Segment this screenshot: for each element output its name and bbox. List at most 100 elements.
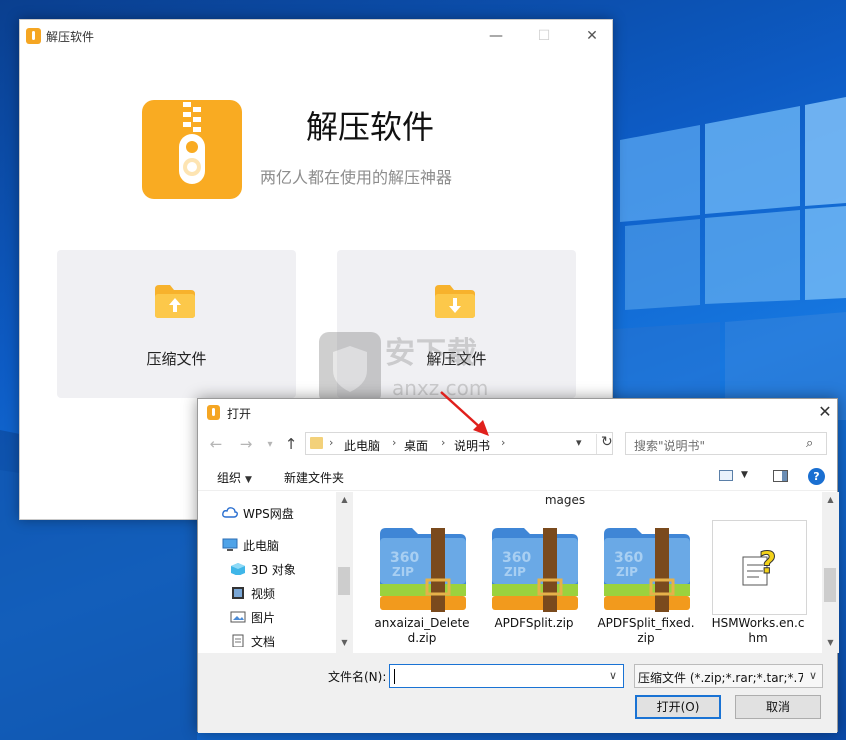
recent-locations-dropdown[interactable]: ▾ bbox=[262, 439, 278, 450]
app-window-title: 解压软件 bbox=[46, 30, 95, 44]
scroll-up-icon[interactable]: ▲ bbox=[822, 495, 839, 504]
file-name-line: APDFSplit.zip bbox=[494, 616, 574, 630]
back-button[interactable]: ← bbox=[208, 435, 224, 453]
folder-icon bbox=[310, 437, 323, 449]
close-button[interactable]: ✕ bbox=[578, 24, 606, 48]
navigation-pane: WPS网盘 此电脑 3D 对象 视频 图片 文档 ▲ ▼ bbox=[198, 492, 354, 653]
file-name-line: zip bbox=[637, 631, 655, 645]
nav-item-label: 图片 bbox=[251, 611, 276, 625]
new-folder-button[interactable]: 新建文件夹 bbox=[284, 469, 344, 486]
address-bar[interactable]: › 此电脑 › 桌面 › 说明书 › ▾ ↻ bbox=[305, 432, 613, 455]
up-button[interactable]: ↑ bbox=[283, 435, 299, 453]
dialog-toolbar: 组织 ▼ 新建文件夹 ▼ ? bbox=[198, 463, 837, 491]
file-pane-scrollbar[interactable]: ▲ ▼ bbox=[822, 492, 839, 653]
zip-brand-text: 360 bbox=[502, 550, 531, 566]
dialog-titlebar[interactable]: 打开 ✕ bbox=[198, 399, 837, 427]
computer-icon bbox=[222, 538, 238, 551]
cube-icon bbox=[231, 563, 245, 575]
zip-sub-text: ZIP bbox=[504, 565, 526, 579]
file-item[interactable]: 360 ZIP APDFSplit_fixed. zip bbox=[596, 520, 696, 652]
help-icon[interactable]: ? bbox=[808, 468, 825, 485]
brand-subtitle: 两亿人都在使用的解压神器 bbox=[260, 168, 453, 187]
zip-archive-icon: 360 ZIP bbox=[380, 528, 466, 612]
filename-input[interactable]: ∨ bbox=[389, 664, 624, 688]
zipper-icon bbox=[179, 102, 205, 184]
refresh-icon[interactable]: ↻ bbox=[596, 434, 613, 454]
nav-item-label: 3D 对象 bbox=[251, 563, 296, 577]
breadcrumb-desktop[interactable]: 桌面 bbox=[404, 437, 428, 454]
file-type-select[interactable]: 压缩文件 (*.zip;*.rar;*.tar;*.7z; ∨ bbox=[634, 664, 823, 688]
watermark-text: 安下载 bbox=[385, 336, 478, 371]
brand-title: 解压软件 bbox=[306, 108, 435, 146]
video-icon bbox=[232, 587, 244, 599]
watermark-domain: anxz.com bbox=[392, 376, 489, 400]
organize-label: 组织 bbox=[217, 471, 242, 485]
zip-app-icon bbox=[207, 405, 220, 420]
picture-icon bbox=[230, 611, 246, 623]
address-dropdown-icon[interactable]: ▾ bbox=[576, 436, 582, 449]
nav-item-label: 视频 bbox=[251, 587, 276, 601]
forward-button[interactable]: → bbox=[238, 435, 254, 453]
zip-archive-icon: 360 ZIP bbox=[492, 528, 578, 612]
scroll-up-icon[interactable]: ▲ bbox=[336, 495, 353, 504]
organize-menu[interactable]: 组织 ▼ bbox=[217, 469, 252, 486]
search-input[interactable]: 搜索"说明书" ⌕ bbox=[625, 432, 827, 455]
file-item[interactable]: 360 ZIP APDFSplit.zip bbox=[484, 520, 584, 652]
file-name-line: anxaizai_Delete bbox=[374, 616, 470, 630]
file-name-line: hm bbox=[748, 631, 768, 645]
minimize-button[interactable]: — bbox=[482, 24, 510, 48]
help-file-icon: ? bbox=[742, 546, 777, 586]
breadcrumb-manual[interactable]: 说明书 bbox=[454, 437, 490, 454]
zip-sub-text: ZIP bbox=[392, 565, 414, 579]
search-icon[interactable]: ⌕ bbox=[806, 436, 813, 451]
app-titlebar[interactable]: 解压软件 — ☐ ✕ bbox=[20, 20, 612, 52]
zip-app-icon bbox=[26, 28, 41, 44]
file-name: APDFSplit.zip bbox=[484, 616, 584, 631]
maximize-button: ☐ bbox=[537, 28, 551, 44]
scroll-down-icon[interactable]: ▼ bbox=[336, 638, 353, 647]
compress-file-card[interactable]: 压缩文件 bbox=[57, 250, 296, 398]
zip-brand-text: 360 bbox=[614, 550, 643, 566]
scroll-down-icon[interactable]: ▼ bbox=[822, 638, 839, 647]
filename-label: 文件名(N): bbox=[328, 670, 387, 684]
text-caret bbox=[394, 669, 395, 684]
file-type-value: 压缩文件 (*.zip;*.rar;*.tar;*.7z; bbox=[638, 671, 803, 685]
scroll-thumb[interactable] bbox=[338, 567, 350, 595]
svg-text:?: ? bbox=[759, 546, 776, 581]
shield-icon bbox=[319, 332, 381, 404]
breadcrumb-separator: › bbox=[441, 436, 446, 449]
breadcrumb-separator: › bbox=[392, 436, 397, 449]
folder-up-icon bbox=[155, 285, 195, 318]
file-name-line: HSMWorks.en.c bbox=[711, 616, 805, 630]
zip-archive-icon: 360 ZIP bbox=[604, 528, 690, 612]
file-name: APDFSplit_fixed. zip bbox=[596, 616, 696, 646]
cancel-button[interactable]: 取消 bbox=[735, 695, 821, 719]
nav-pane-scrollbar[interactable]: ▲ ▼ bbox=[336, 492, 353, 653]
dialog-close-button[interactable]: ✕ bbox=[815, 402, 835, 421]
view-mode-icon[interactable] bbox=[719, 470, 733, 481]
file-item[interactable]: ? HSMWorks.en.c hm bbox=[708, 520, 808, 652]
file-item[interactable]: 360 ZIP anxaizai_Delete d.zip bbox=[372, 520, 472, 652]
scroll-thumb[interactable] bbox=[824, 568, 836, 602]
preview-pane-icon[interactable] bbox=[773, 470, 788, 482]
breadcrumb-this-pc[interactable]: 此电脑 bbox=[344, 437, 380, 454]
open-file-dialog: 打开 ✕ ← → ▾ ↑ › 此电脑 › 桌面 › 说明书 › ▾ ↻ 搜索"说… bbox=[197, 398, 839, 733]
file-list-pane: mages 360 ZIP anxaizai_Delete d.zip 360 Z… bbox=[355, 492, 821, 653]
compress-file-label: 压缩文件 bbox=[146, 350, 207, 368]
nav-item-label: 文档 bbox=[251, 635, 276, 649]
caret-down-icon: ▼ bbox=[245, 475, 252, 485]
zip-brand-text: 360 bbox=[390, 550, 419, 566]
breadcrumb-separator: › bbox=[329, 436, 334, 449]
partial-file-item[interactable]: mages bbox=[515, 493, 615, 507]
file-name-line: d.zip bbox=[407, 631, 437, 645]
open-button[interactable]: 打开(O) bbox=[635, 695, 721, 719]
view-mode-dropdown-icon[interactable]: ▼ bbox=[741, 470, 748, 480]
breadcrumb-separator: › bbox=[501, 436, 506, 449]
dialog-title: 打开 bbox=[227, 407, 252, 421]
chevron-down-icon: ∨ bbox=[808, 669, 817, 682]
file-name: anxaizai_Delete d.zip bbox=[372, 616, 472, 646]
chevron-down-icon[interactable]: ∨ bbox=[609, 669, 617, 682]
nav-item-label: 此电脑 bbox=[243, 539, 280, 553]
folder-down-icon bbox=[435, 285, 475, 318]
dialog-footer: 文件名(N): ∨ 压缩文件 (*.zip;*.rar;*.tar;*.7z; … bbox=[198, 653, 837, 733]
